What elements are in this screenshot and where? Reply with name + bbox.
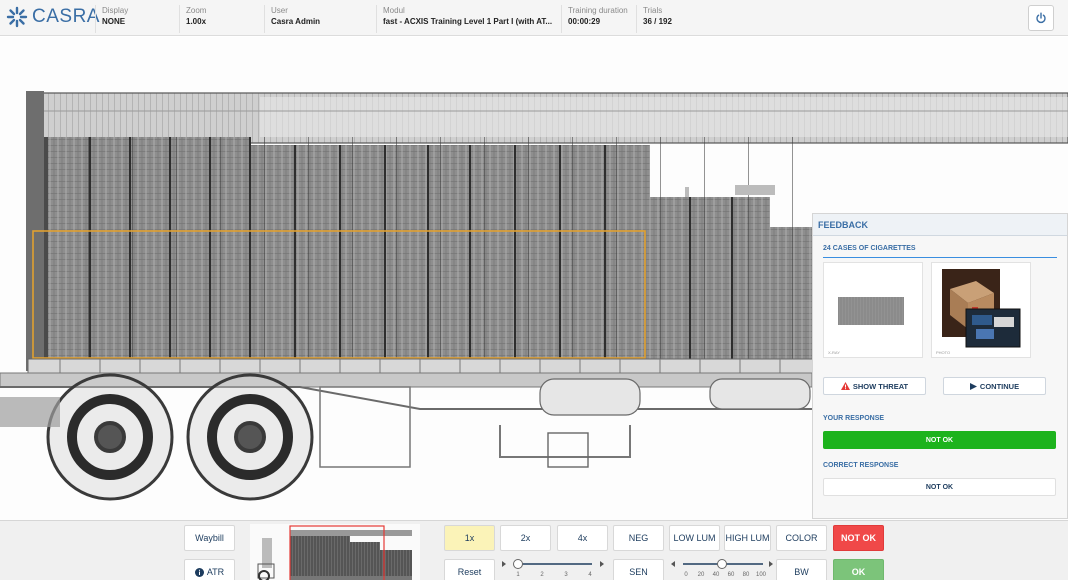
bottom-toolbar: Waybill ATR 1x 2x 4x Reset 1 2 3 4 NEG S…	[0, 520, 1068, 580]
show-threat-button[interactable]: SHOW THREAT	[823, 377, 926, 395]
power-button[interactable]	[1028, 5, 1054, 31]
continue-button[interactable]: CONTINUE	[943, 377, 1046, 395]
luminance-slider[interactable]: 0 20 40 60 80 100	[669, 557, 777, 580]
zoom-slider[interactable]: 1 2 3 4	[500, 557, 608, 580]
case-title: 24 CASES OF CIGARETTES	[823, 245, 916, 252]
correct-response-label: CORRECT RESPONSE	[823, 462, 899, 469]
display-value: NONE	[102, 17, 126, 26]
user-value: Casra Admin	[271, 17, 321, 26]
display-info: Display NONE	[95, 5, 179, 33]
your-response-value: NOT OK	[823, 431, 1056, 449]
correct-response-value: NOT OK	[823, 478, 1056, 496]
overview-thumbnail[interactable]	[250, 524, 420, 580]
user-label: User	[271, 6, 288, 15]
logo-text: CASRA	[32, 6, 100, 27]
ok-button[interactable]: OK	[833, 559, 884, 580]
feedback-title: FEEDBACK	[813, 214, 1067, 236]
lum-tick-40: 40	[712, 572, 720, 578]
training-duration-label: Training duration	[568, 6, 628, 15]
casra-logo-icon	[6, 6, 28, 28]
zoom-tick-3: 3	[564, 572, 568, 578]
feedback-panel: FEEDBACK 24 CASES OF CIGARETTES X-RAY PH…	[812, 213, 1068, 519]
warning-icon	[840, 382, 850, 390]
lum-tick-0: 0	[684, 572, 688, 578]
bw-button[interactable]: BW	[776, 559, 827, 580]
lum-tick-20: 20	[697, 572, 705, 578]
zoom-1x-button[interactable]: 1x	[444, 525, 495, 551]
xray-threat-image[interactable]: X-RAY	[823, 262, 923, 358]
display-label: Display	[102, 6, 129, 15]
photo-caption: PHOTO	[936, 350, 951, 355]
continue-label: CONTINUE	[979, 381, 1020, 391]
threat-photo-thumbnail	[942, 269, 1021, 348]
zoom-tick-4: 4	[588, 572, 592, 578]
show-threat-label: SHOW THREAT	[852, 381, 909, 391]
user-info: User Casra Admin	[264, 5, 376, 33]
zoom-value: 1.00x	[186, 17, 207, 26]
module-info: Modul fast - ACXIS Training Level 1 Part…	[376, 5, 561, 33]
info-icon	[194, 567, 204, 577]
sen-button[interactable]: SEN	[613, 559, 664, 580]
zoom-label: Zoom	[186, 6, 207, 15]
low-lum-button[interactable]: LOW LUM	[669, 525, 720, 551]
zoom-4x-button[interactable]: 4x	[557, 525, 608, 551]
high-lum-button[interactable]: HIGH LUM	[724, 525, 771, 551]
color-button[interactable]: COLOR	[776, 525, 827, 551]
trials-value: 36 / 192	[643, 17, 672, 26]
module-value: fast - ACXIS Training Level 1 Part I (wi…	[383, 17, 553, 26]
zoom-info: Zoom 1.00x	[179, 5, 264, 33]
neg-button[interactable]: NEG	[613, 525, 664, 551]
threat-photo[interactable]: PHOTO	[931, 262, 1031, 358]
atr-label: ATR	[206, 567, 225, 577]
waybill-button[interactable]: Waybill	[184, 525, 235, 551]
casra-logo: CASRA	[6, 6, 100, 28]
module-label: Modul	[383, 6, 405, 15]
case-title-divider	[823, 257, 1057, 258]
overview-thumbnail-image	[257, 525, 412, 580]
power-icon	[1036, 12, 1046, 24]
xray-threat-thumbnail	[838, 297, 904, 325]
xray-caption: X-RAY	[828, 350, 840, 355]
reset-button[interactable]: Reset	[444, 559, 495, 580]
zoom-2x-button[interactable]: 2x	[500, 525, 551, 551]
training-duration-info: Training duration 00:00:29	[561, 5, 636, 33]
not-ok-button[interactable]: NOT OK	[833, 525, 884, 551]
atr-button[interactable]: ATR	[184, 559, 235, 580]
play-icon	[969, 382, 977, 390]
top-bar: CASRA Display NONE Zoom 1.00x User Casra…	[0, 0, 1068, 36]
trials-info: Trials 36 / 192	[636, 5, 706, 33]
lum-tick-100: 100	[755, 572, 767, 578]
zoom-slider-track	[502, 559, 604, 569]
training-duration-value: 00:00:29	[568, 17, 601, 26]
zoom-tick-1: 1	[516, 572, 520, 578]
trials-label: Trials	[643, 6, 663, 15]
zoom-tick-2: 2	[540, 572, 544, 578]
lum-tick-80: 80	[742, 572, 750, 578]
lum-tick-60: 60	[727, 572, 735, 578]
luminance-slider-track	[671, 559, 773, 569]
your-response-label: YOUR RESPONSE	[823, 415, 885, 422]
